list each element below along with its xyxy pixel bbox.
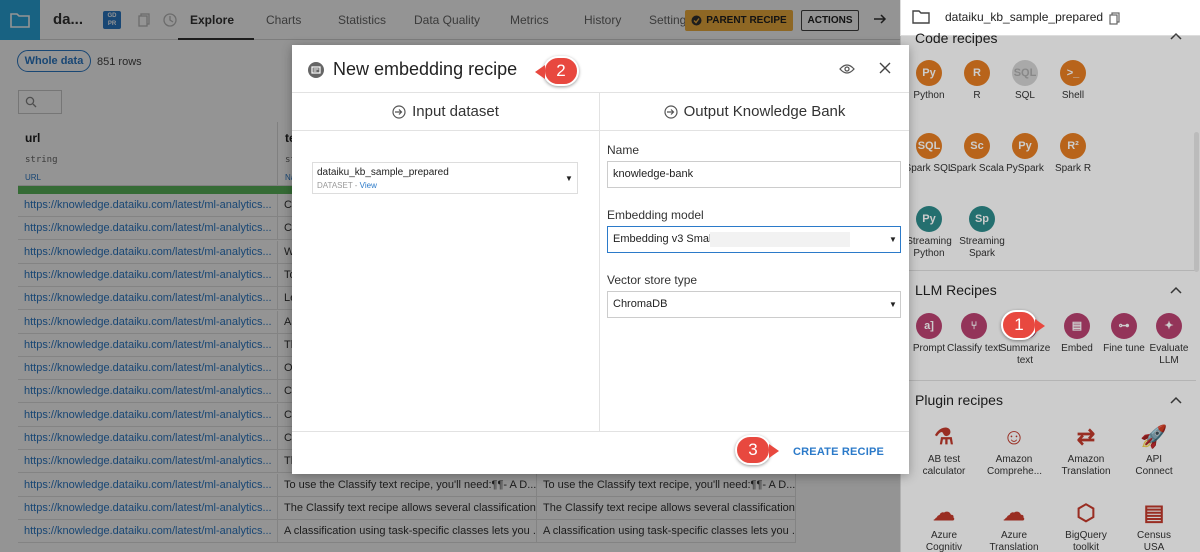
input-dataset-type: DATASET <box>317 181 353 190</box>
output-kb-label: Output Knowledge Bank <box>683 103 846 120</box>
right-panel-title: dataiku_kb_sample_prepared <box>945 10 1104 24</box>
folder-icon <box>912 10 930 24</box>
name-input[interactable]: knowledge-bank <box>607 161 901 188</box>
close-icon[interactable] <box>877 60 893 76</box>
sign-in-icon <box>392 104 406 119</box>
callout-step-3: 3 <box>735 435 779 465</box>
embedding-model-value: Embedding v3 Small <box>613 233 714 245</box>
vector-store-value: ChromaDB <box>613 298 668 310</box>
redacted-area <box>710 232 850 247</box>
embedding-model-select[interactable]: Embedding v3 Small ▼ <box>607 226 901 253</box>
right-panel-scrollbar[interactable] <box>1194 132 1199 272</box>
caret-down-icon: ▼ <box>889 300 897 309</box>
input-dataset-select[interactable]: dataiku_kb_sample_prepared DATASET - Vie… <box>312 162 578 194</box>
input-dataset-label: Input dataset <box>412 103 499 120</box>
create-recipe-button[interactable]: CREATE RECIPE <box>793 446 884 458</box>
output-kb-heading: Output Knowledge Bank <box>600 93 909 131</box>
dialog-header: New embedding recipe <box>292 45 909 93</box>
dialog-title: New embedding recipe <box>333 59 518 79</box>
view-dataset-link[interactable]: View <box>360 181 377 190</box>
callout-step-1: 1 <box>1001 310 1045 340</box>
column-divider <box>599 93 600 431</box>
sign-out-icon <box>664 104 678 119</box>
input-dataset-meta: DATASET - View <box>317 181 377 190</box>
embed-recipe-icon <box>308 62 324 78</box>
input-dataset-heading: Input dataset <box>292 93 599 131</box>
dialog-footer: CREATE RECIPE <box>292 431 909 474</box>
new-embedding-recipe-dialog: New embedding recipe Input dataset Outpu… <box>292 45 909 474</box>
copy-icon[interactable] <box>1109 12 1120 25</box>
input-dataset-name: dataiku_kb_sample_prepared <box>317 167 449 178</box>
vector-store-select[interactable]: ChromaDB ▼ <box>607 291 901 318</box>
eye-icon[interactable] <box>839 61 855 77</box>
callout-step-2: 2 <box>535 56 579 86</box>
caret-down-icon: ▼ <box>889 235 897 244</box>
panel-backdrop <box>900 36 1200 552</box>
caret-down-icon[interactable]: ▼ <box>565 174 573 183</box>
embedding-model-label: Embedding model <box>607 208 704 222</box>
vector-store-label: Vector store type <box>607 273 698 287</box>
name-label: Name <box>607 143 640 157</box>
